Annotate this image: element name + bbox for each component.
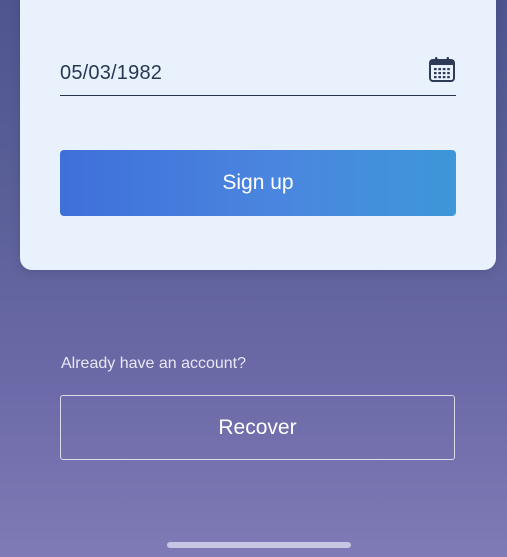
recover-button[interactable]: Recover [60, 395, 455, 460]
date-of-birth-field[interactable]: 05/03/1982 [60, 52, 456, 96]
account-prompt-text: Already have an account? [61, 355, 247, 372]
home-indicator[interactable] [167, 542, 351, 548]
signup-button[interactable]: Sign up [60, 150, 456, 216]
date-of-birth-value: 05/03/1982 [60, 62, 163, 84]
calendar-icon[interactable] [428, 55, 456, 83]
signup-card [20, 0, 496, 270]
